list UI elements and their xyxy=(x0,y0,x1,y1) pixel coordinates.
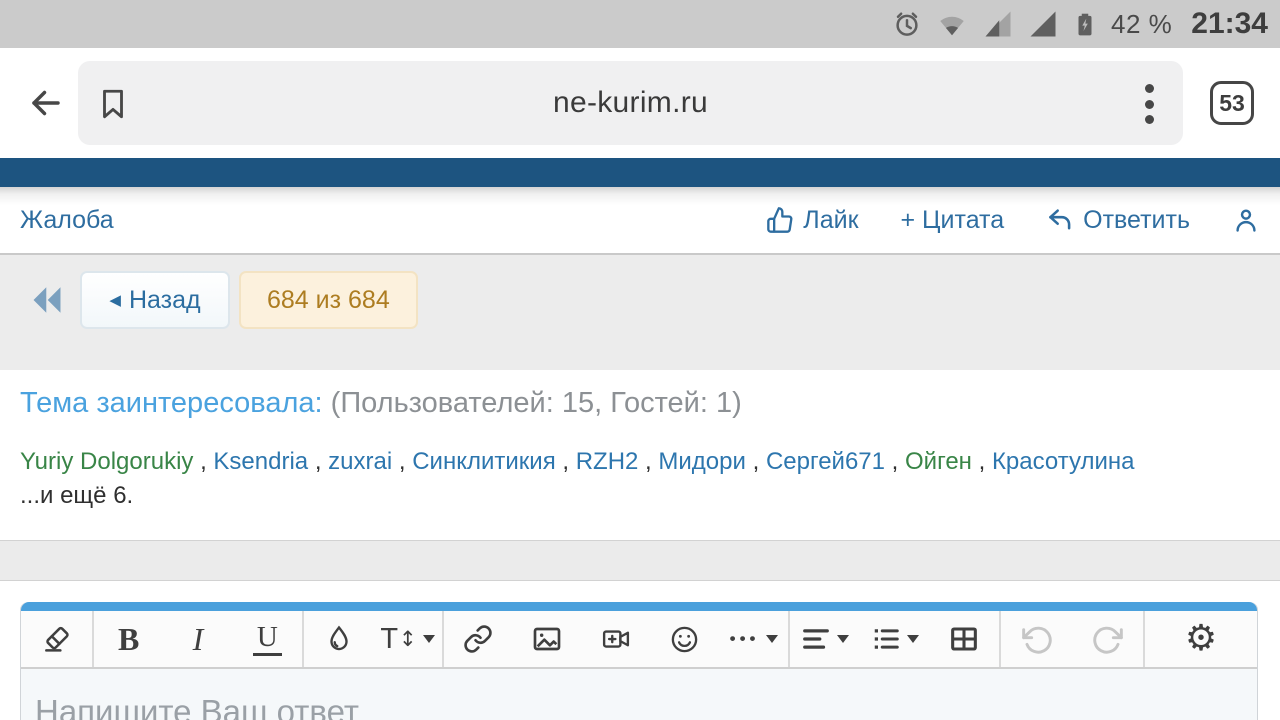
user-link[interactable]: Красотулина xyxy=(992,448,1135,475)
signal-icon xyxy=(1027,9,1059,39)
color-drop-icon[interactable] xyxy=(304,611,373,667)
reply-placeholder: Напишите Ваш ответ xyxy=(35,693,359,720)
address-bar[interactable]: ne-kurim.ru xyxy=(78,61,1183,145)
underline-button[interactable]: U xyxy=(233,611,302,667)
alarm-icon xyxy=(892,9,922,39)
align-icon[interactable] xyxy=(790,611,860,667)
battery-charging-icon xyxy=(1072,8,1098,40)
interested-subtitle: (Пользователей: 15, Гостей: 1) xyxy=(331,387,742,419)
post-actions-row: Жалоба Лайк + Цитата xyxy=(0,187,1280,253)
user-link[interactable]: RZH2 xyxy=(576,448,639,475)
page-indicator-badge: 684 из 684 xyxy=(239,271,418,329)
user-profile-icon[interactable] xyxy=(1232,206,1260,234)
like-button[interactable]: Лайк xyxy=(766,206,858,235)
android-status-bar: 42 % 21:34 xyxy=(0,0,1280,48)
interested-title: Тема заинтересовала: xyxy=(20,387,323,419)
quote-label: + Цитата xyxy=(901,206,1005,235)
wifi-icon xyxy=(935,9,969,39)
section-divider xyxy=(0,540,1280,581)
emoji-icon[interactable] xyxy=(650,611,719,667)
pagination-band: ◀ Назад 684 из 684 xyxy=(0,253,1280,370)
link-icon[interactable] xyxy=(444,611,513,667)
user-link[interactable]: Ойген xyxy=(905,448,972,475)
like-label: Лайк xyxy=(803,206,858,235)
more-users-text: ...и ещё 6. xyxy=(20,482,1260,510)
page: 42 % 21:34 ne-kurim.ru 53 Жалоба xyxy=(0,0,1280,720)
user-separator: , xyxy=(638,448,658,475)
user-separator: , xyxy=(308,448,328,475)
interested-users: Yuriy Dolgorukiy , Ksendria , zuxrai , С… xyxy=(20,443,1260,481)
user-link[interactable]: Ksendria xyxy=(213,448,308,475)
user-link[interactable]: Yuriy Dolgorukiy xyxy=(20,448,193,475)
video-icon[interactable] xyxy=(582,611,651,667)
left-triangle-icon: ◀ xyxy=(109,291,121,309)
status-clock: 21:34 xyxy=(1191,7,1268,41)
image-icon[interactable] xyxy=(513,611,582,667)
user-separator: , xyxy=(556,448,576,475)
eraser-icon[interactable] xyxy=(21,611,92,667)
user-link[interactable]: Сергей671 xyxy=(766,448,885,475)
reply-button[interactable]: Ответить xyxy=(1046,206,1190,235)
reply-arrow-icon xyxy=(1046,206,1074,234)
bookmark-icon[interactable] xyxy=(96,85,130,128)
editor-accent-bar xyxy=(21,602,1257,611)
italic-button[interactable]: I xyxy=(163,611,232,667)
site-header-bar xyxy=(0,158,1280,187)
thumbs-up-icon xyxy=(766,206,794,234)
user-link[interactable]: Мидори xyxy=(658,448,746,475)
menu-dots-icon[interactable] xyxy=(1139,81,1159,127)
user-separator: , xyxy=(746,448,766,475)
table-icon[interactable] xyxy=(929,611,999,667)
user-separator: , xyxy=(193,448,213,475)
interested-section: Тема заинтересовала: (Пользователей: 15,… xyxy=(0,370,1280,541)
battery-percent: 42 % xyxy=(1111,9,1172,40)
bold-button[interactable]: B xyxy=(94,611,163,667)
user-link[interactable]: zuxrai xyxy=(328,448,392,475)
reply-label: Ответить xyxy=(1083,206,1190,235)
editor-toolbar: B I U T↕ xyxy=(21,611,1257,669)
report-link[interactable]: Жалоба xyxy=(20,206,114,235)
redo-icon[interactable] xyxy=(1072,611,1143,667)
user-separator: , xyxy=(972,448,992,475)
quote-button[interactable]: + Цитата xyxy=(901,206,1005,235)
list-icon[interactable] xyxy=(860,611,930,667)
reply-input[interactable]: Напишите Ваш ответ xyxy=(21,669,1257,720)
tab-count: 53 xyxy=(1219,90,1245,117)
first-page-icon[interactable] xyxy=(30,283,64,317)
user-separator: , xyxy=(392,448,412,475)
undo-icon[interactable] xyxy=(1001,611,1072,667)
back-page-label: Назад xyxy=(129,286,201,315)
url-text: ne-kurim.ru xyxy=(78,86,1183,120)
tabs-button[interactable]: 53 xyxy=(1210,81,1254,125)
browser-toolbar: ne-kurim.ru 53 xyxy=(0,48,1280,158)
reply-editor: B I U T↕ xyxy=(20,602,1258,720)
back-arrow-icon[interactable] xyxy=(26,85,66,121)
user-link[interactable]: Синклитикия xyxy=(412,448,555,475)
signal-icon xyxy=(982,9,1014,39)
back-page-button[interactable]: ◀ Назад xyxy=(80,271,230,329)
font-size-icon[interactable]: T↕ xyxy=(373,611,442,667)
settings-icon[interactable]: ⚙ xyxy=(1145,611,1257,667)
more-icon[interactable]: ••• xyxy=(719,611,788,667)
user-separator: , xyxy=(885,448,905,475)
